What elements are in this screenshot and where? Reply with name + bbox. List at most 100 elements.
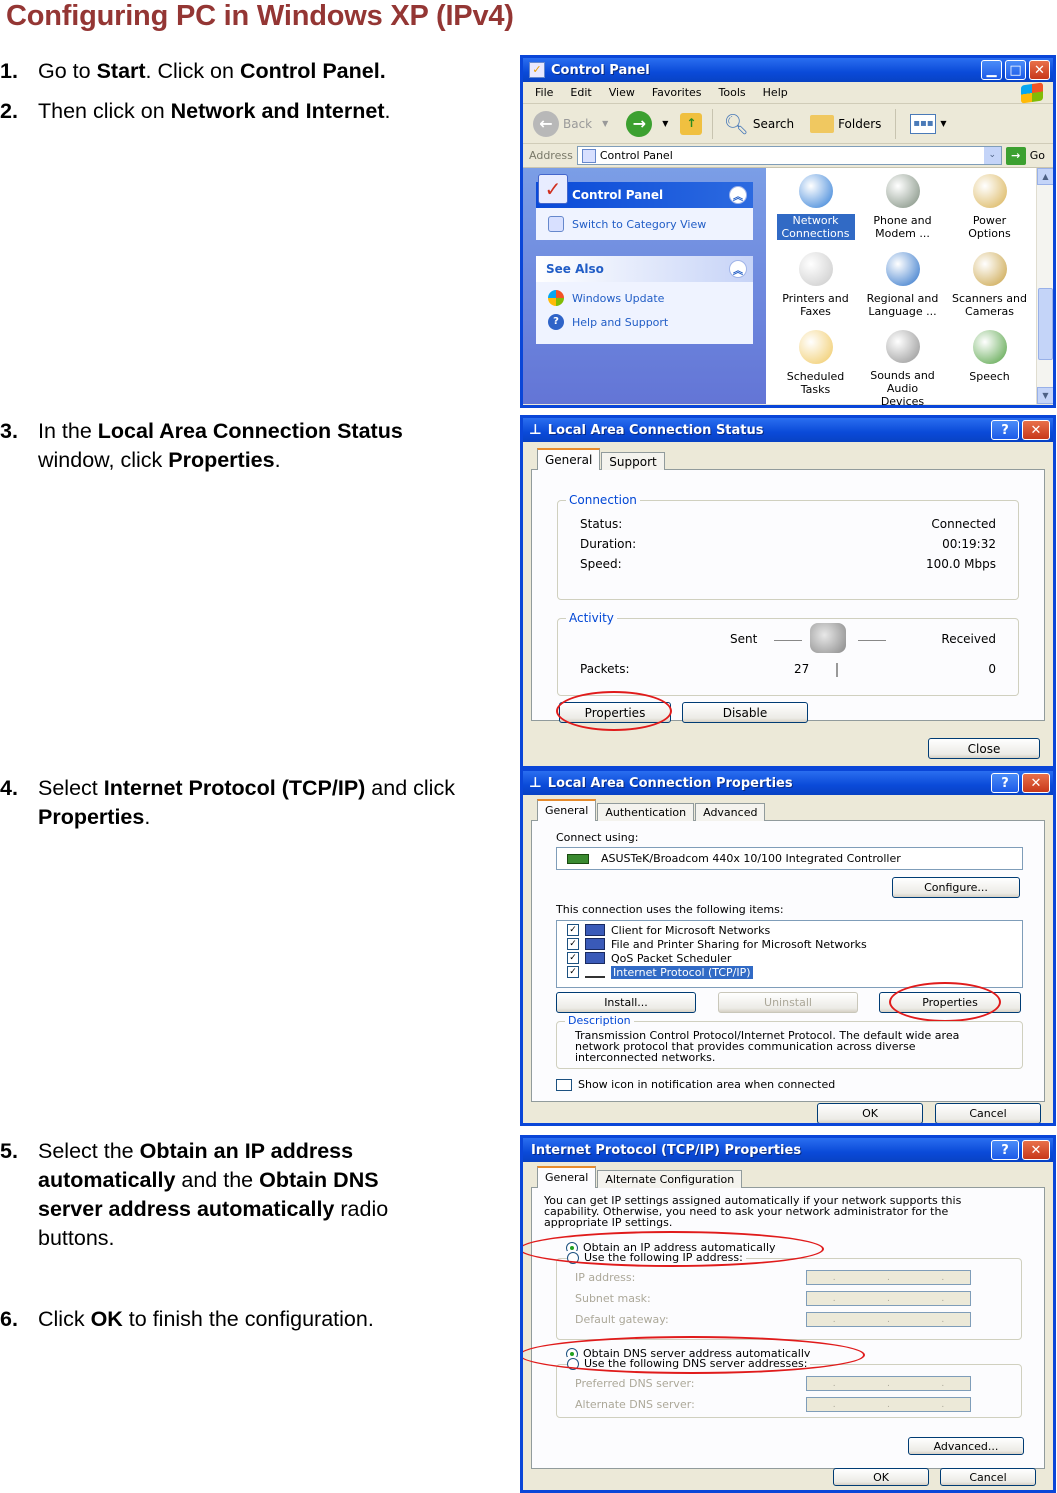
control-panel-item[interactable]: Scanners and Cameras	[946, 252, 1033, 330]
control-panel-item[interactable]: Scheduled Tasks	[772, 330, 859, 405]
scroll-thumb[interactable]	[1038, 288, 1053, 360]
control-panel-item[interactable]: Speech	[946, 330, 1033, 405]
component-checkbox[interactable]: ✓	[567, 924, 579, 936]
see-also-header[interactable]: See Also ︽	[536, 256, 753, 282]
use-dns-radio[interactable]: Use the following DNS server addresses:	[567, 1357, 811, 1370]
maximize-button[interactable]: □	[1005, 60, 1026, 80]
network-connection-icon: ⊥	[529, 422, 542, 438]
switch-category-view-link[interactable]: Switch to Category View	[548, 216, 741, 232]
collapse-icon[interactable]: ︽	[729, 260, 747, 278]
step-number: 1.	[0, 59, 18, 83]
properties-button[interactable]: Properties	[879, 992, 1021, 1013]
received-label: Received	[941, 632, 996, 646]
checkbox[interactable]	[556, 1078, 572, 1091]
control-panel-small-icon	[581, 148, 596, 163]
menu-bar: File Edit View Favorites Tools Help	[523, 82, 1053, 104]
menu-edit[interactable]: Edit	[570, 86, 591, 99]
scroll-up-button[interactable]: ▲	[1037, 168, 1053, 185]
minimize-button[interactable]: ▁	[981, 60, 1002, 80]
menu-favorites[interactable]: Favorites	[652, 86, 702, 99]
tab-support[interactable]: Support	[601, 452, 665, 470]
configure-button[interactable]: Configure...	[892, 877, 1020, 898]
close-button[interactable]: ✕	[1029, 60, 1050, 80]
tab-general[interactable]: General	[537, 799, 597, 821]
control-panel-item[interactable]: Printers and Faxes	[772, 252, 859, 330]
help-button[interactable]: ?	[991, 420, 1019, 440]
address-input[interactable]: Control Panel ⌄	[576, 146, 1002, 165]
radio-button[interactable]	[567, 1251, 579, 1264]
tab-general[interactable]: General	[537, 448, 601, 470]
cancel-button[interactable]: Cancel	[940, 1468, 1036, 1486]
tab-general[interactable]: General	[537, 1166, 597, 1188]
back-button[interactable]: ← Back ▼	[533, 110, 608, 137]
control-panel-item[interactable]: Power Options	[946, 174, 1033, 252]
component-checkbox[interactable]: ✓	[567, 952, 579, 964]
address-dropdown-button[interactable]: ⌄	[983, 147, 1001, 164]
step-emphasis: OK	[90, 1307, 123, 1331]
duration-value: 00:19:32	[942, 537, 996, 551]
component-item[interactable]: ✓ QoS Packet Scheduler	[567, 951, 1012, 965]
disable-button[interactable]: Disable	[682, 702, 808, 723]
close-button[interactable]: ✕	[1022, 420, 1050, 440]
views-button[interactable]: ▪▪▪ ▼	[910, 113, 947, 134]
menu-view[interactable]: View	[609, 86, 635, 99]
search-button[interactable]: 🔍︎ Search	[723, 112, 794, 136]
use-ip-radio[interactable]: Use the following IP address:	[567, 1251, 746, 1264]
properties-button[interactable]: Properties	[559, 702, 671, 723]
component-checkbox[interactable]: ✓	[567, 966, 579, 978]
tab-authentication[interactable]: Authentication	[597, 803, 695, 821]
vertical-scrollbar[interactable]: ▲ ▼	[1036, 168, 1053, 404]
title-bar[interactable]: ⊥ Local Area Connection Status ? ✕	[523, 418, 1053, 442]
connection-group: Connection Status: Connected Duration: 0…	[557, 493, 1019, 600]
close-button[interactable]: ✕	[1022, 773, 1050, 793]
menu-tools[interactable]: Tools	[719, 86, 746, 99]
printer-icon	[798, 252, 833, 286]
activity-group: Activity Sent Received Packets: 27 0	[557, 611, 1019, 696]
scroll-down-button[interactable]: ▼	[1037, 387, 1053, 404]
title-bar[interactable]: ⊥ Local Area Connection Properties ? ✕	[523, 771, 1053, 795]
control-panel-section-header[interactable]: ✓ Control Panel ︽	[536, 174, 753, 208]
title-bar[interactable]: Internet Protocol (TCP/IP) Properties ? …	[523, 1138, 1053, 1162]
component-item[interactable]: ✓ Client for Microsoft Networks	[567, 923, 1012, 937]
views-grid-icon: ▪▪▪	[910, 113, 937, 134]
collapse-icon[interactable]: ︽	[729, 186, 747, 204]
ok-button[interactable]: OK	[833, 1468, 929, 1486]
dialog-title: Internet Protocol (TCP/IP) Properties	[531, 1142, 802, 1158]
component-checkbox[interactable]: ✓	[567, 938, 579, 950]
search-label: Search	[752, 116, 795, 131]
radio-button[interactable]	[567, 1357, 579, 1370]
tab-alternate-configuration[interactable]: Alternate Configuration	[597, 1170, 743, 1188]
component-item[interactable]: ✓ File and Printer Sharing for Microsoft …	[567, 937, 1012, 951]
help-support-link[interactable]: ? Help and Support	[548, 314, 741, 330]
folders-button[interactable]: Folders	[810, 114, 881, 133]
help-button[interactable]: ?	[991, 1140, 1019, 1160]
title-bar[interactable]: ✓ Control Panel ▁ □ ✕	[523, 58, 1053, 82]
link-label: Windows Update	[572, 291, 665, 305]
close-button[interactable]: ✕	[1022, 1140, 1050, 1160]
step-number: 2.	[0, 99, 18, 123]
tab-advanced[interactable]: Advanced	[695, 803, 766, 821]
step-text: Then click on Network and Internet.	[38, 97, 470, 126]
menu-help[interactable]: Help	[763, 86, 788, 99]
close-dialog-button[interactable]: Close	[928, 738, 1040, 759]
install-button[interactable]: Install...	[556, 992, 696, 1013]
help-button[interactable]: ?	[991, 773, 1019, 793]
step-6: 6. Click OK to finish the configuration.	[0, 1305, 470, 1334]
forward-button[interactable]: → ▼	[626, 110, 668, 137]
control-panel-item[interactable]: Network Connections	[772, 174, 859, 252]
windows-update-link[interactable]: Windows Update	[548, 290, 741, 306]
item-label: Power Options	[968, 214, 1011, 240]
cancel-button[interactable]: Cancel	[935, 1103, 1041, 1123]
control-panel-item[interactable]: Regional and Language ...	[859, 252, 946, 330]
component-item[interactable]: ✓ Internet Protocol (TCP/IP)	[567, 965, 1012, 979]
show-icon-checkbox[interactable]: Show icon in notification area when conn…	[556, 1078, 835, 1091]
control-panel-item[interactable]: Sounds and Audio Devices	[859, 330, 946, 405]
ok-button[interactable]: OK	[817, 1103, 923, 1123]
advanced-button[interactable]: Advanced...	[908, 1437, 1024, 1455]
up-folder-icon[interactable]: ↑	[680, 112, 703, 135]
control-panel-item[interactable]: Phone and Modem ...	[859, 174, 946, 252]
go-button[interactable]: → Go	[1005, 146, 1053, 165]
item-label: Regional and Language ...	[866, 292, 939, 318]
group-title: Connection	[566, 493, 640, 507]
menu-file[interactable]: File	[535, 86, 553, 99]
